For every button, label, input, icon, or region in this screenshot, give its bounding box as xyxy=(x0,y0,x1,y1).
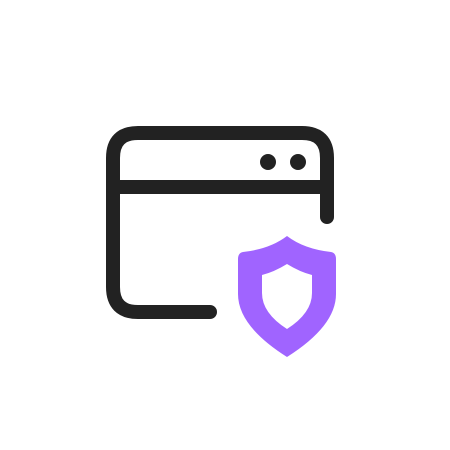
icon-canvas xyxy=(0,0,450,450)
window-dot-right xyxy=(290,154,306,170)
shield-icon xyxy=(238,236,336,357)
window-dots-icon xyxy=(260,154,306,170)
browser-window-shield-icon xyxy=(106,126,336,357)
window-dot-left xyxy=(260,154,276,170)
